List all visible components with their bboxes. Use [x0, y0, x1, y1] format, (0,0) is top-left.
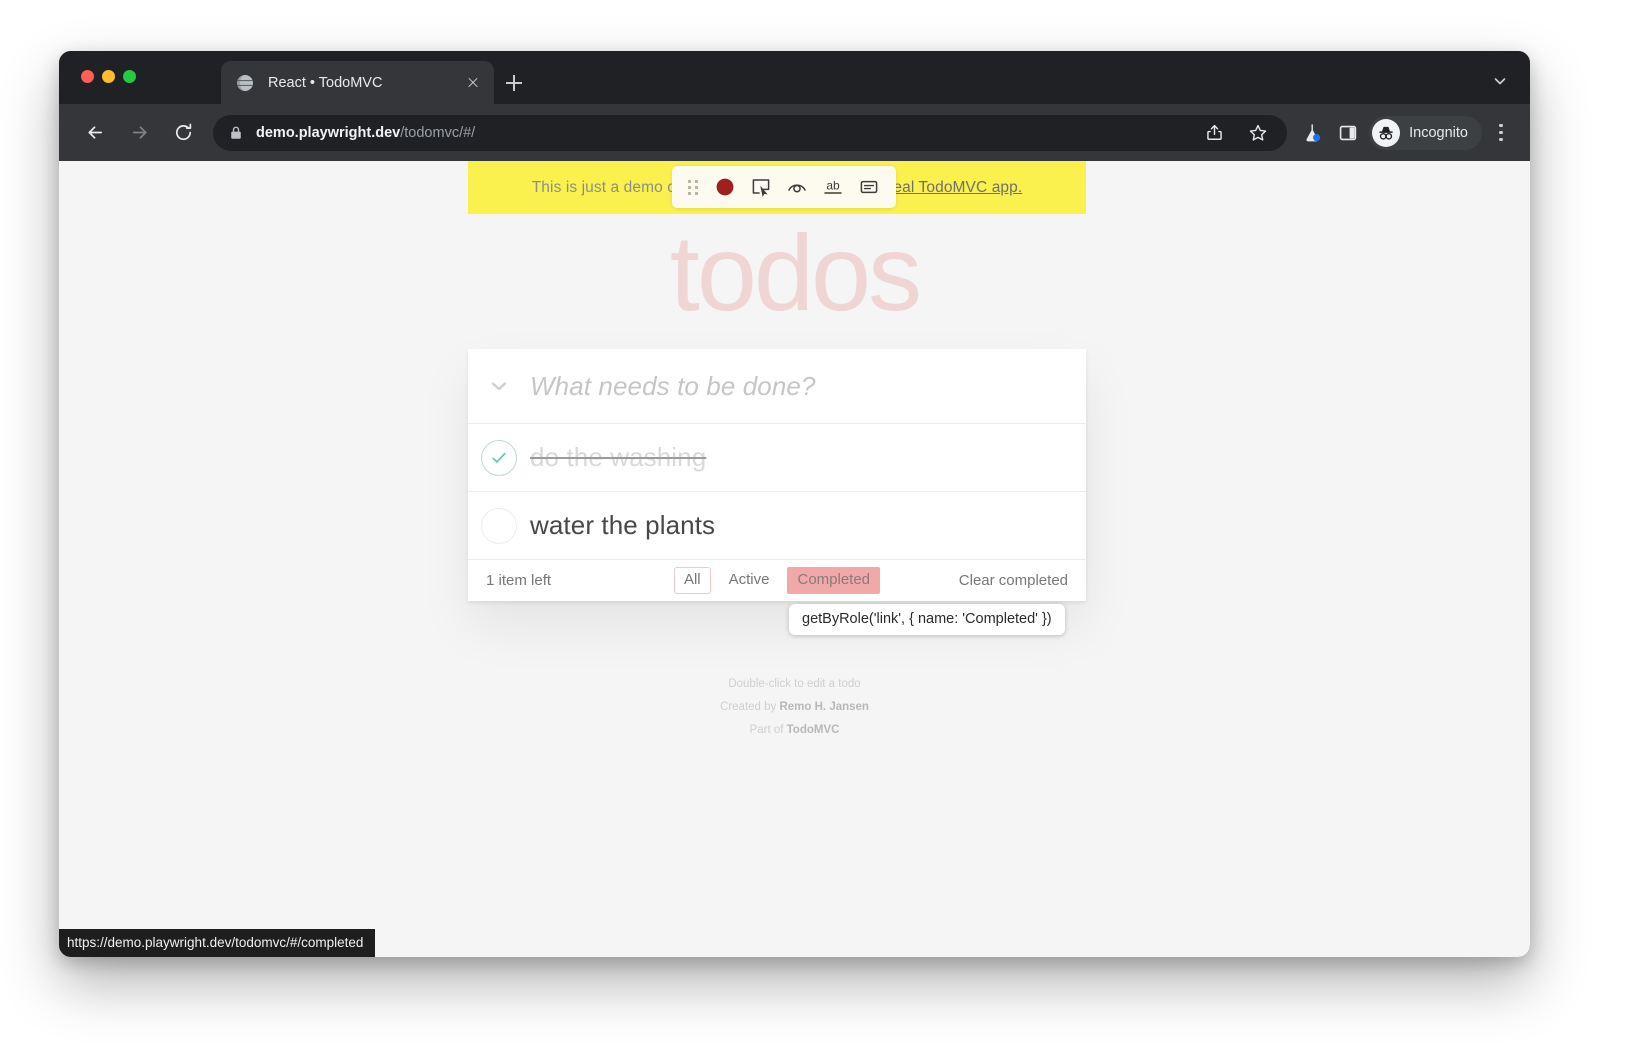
- empty-circle-icon: [481, 507, 517, 544]
- react-globe-icon: [236, 74, 254, 92]
- forward-arrow-icon: [121, 115, 157, 151]
- minimize-window-button[interactable]: [102, 70, 115, 83]
- filter-all-link[interactable]: All: [673, 567, 711, 594]
- chevron-down-icon[interactable]: [1492, 73, 1508, 89]
- new-todo-row: [468, 349, 1086, 424]
- assert-value-button[interactable]: [851, 170, 887, 204]
- tab-strip: React • TodoMVC: [59, 51, 1530, 104]
- locator-tooltip: getByRole('link', { name: 'Completed' }): [789, 604, 1065, 635]
- side-panel-icon[interactable]: [1333, 118, 1363, 148]
- close-icon[interactable]: [462, 72, 484, 94]
- url-path: /todomvc/#/: [400, 124, 476, 141]
- url-domain: demo.playwright.dev: [256, 124, 401, 141]
- app-info-created-prefix: Created by: [720, 701, 780, 713]
- app-info-line-3: Part of TodoMVC: [59, 719, 1530, 742]
- browser-tab-title: React • TodoMVC: [268, 74, 383, 91]
- app-info-footer: Double-click to edit a todo Created by R…: [59, 673, 1530, 742]
- browser-window: React • TodoMVC demo.playwright.dev/todo…: [59, 51, 1530, 957]
- todo-filters: All Active Completed: [468, 567, 1086, 594]
- app-info-part-prefix: Part of: [749, 724, 787, 736]
- address-bar-url: demo.playwright.dev/todomvc/#/: [256, 125, 475, 141]
- todo-list-item: do the washing: [468, 424, 1086, 492]
- todo-list-item: water the plants: [468, 492, 1086, 560]
- star-icon[interactable]: [1243, 118, 1273, 148]
- status-bar-url: https://demo.playwright.dev/todomvc/#/co…: [59, 929, 376, 957]
- pick-locator-button[interactable]: [743, 170, 779, 204]
- browser-toolbar: demo.playwright.dev/todomvc/#/ Incognito: [59, 104, 1530, 161]
- playwright-recorder-toolbar: ab: [672, 166, 896, 208]
- app-info-line-1: Double-click to edit a todo: [728, 678, 861, 690]
- incognito-hat-icon: [1372, 118, 1401, 147]
- assert-text-button[interactable]: ab: [815, 170, 851, 204]
- share-icon[interactable]: [1199, 118, 1229, 148]
- back-arrow-icon[interactable]: [77, 115, 113, 151]
- window-traffic-lights: [81, 70, 136, 83]
- drag-handle-dots-icon[interactable]: [681, 172, 705, 202]
- page-title: todos: [669, 212, 922, 333]
- todo-footer: 1 item left All Active Completed Clear c…: [468, 560, 1086, 601]
- todo-app-card: do the washing water the plants 1 item l…: [468, 349, 1086, 608]
- svg-text:ab: ab: [826, 179, 840, 193]
- todo-toggle-checkbox[interactable]: [468, 492, 530, 560]
- todo-item-label[interactable]: do the washing: [530, 442, 706, 473]
- new-todo-input[interactable]: [530, 370, 1086, 402]
- maximize-window-button[interactable]: [123, 70, 136, 83]
- real-todomvc-link[interactable]: real TodoMVC app.: [888, 179, 1022, 196]
- close-window-button[interactable]: [81, 70, 94, 83]
- profile-label: Incognito: [1409, 124, 1468, 141]
- reload-icon[interactable]: [165, 115, 201, 151]
- record-button[interactable]: [707, 170, 743, 204]
- app-info-line-2: Created by Remo H. Jansen: [59, 696, 1530, 719]
- kebab-menu-icon[interactable]: [1486, 116, 1516, 150]
- todo-item-label[interactable]: water the plants: [530, 510, 715, 541]
- desktop-background: React • TodoMVC demo.playwright.dev/todo…: [0, 0, 1648, 1050]
- lock-icon: [229, 125, 243, 141]
- app-info-author: Remo H. Jansen: [779, 701, 869, 713]
- app-info-project: TodoMVC: [786, 724, 840, 736]
- filter-active-link[interactable]: Active: [719, 567, 780, 594]
- assert-visibility-button[interactable]: [779, 170, 815, 204]
- playwright-flask-icon[interactable]: [1297, 118, 1327, 148]
- profile-incognito-button[interactable]: Incognito: [1369, 115, 1482, 150]
- new-tab-button[interactable]: [502, 71, 526, 95]
- page-viewport: This is just a demo of TodoMVC for testi…: [59, 161, 1530, 957]
- check-circle-icon: [481, 439, 517, 476]
- browser-tab[interactable]: React • TodoMVC: [221, 61, 494, 104]
- todo-toggle-checkbox[interactable]: [468, 424, 530, 492]
- filter-completed-link[interactable]: Completed: [787, 567, 881, 594]
- address-bar-actions: [1199, 118, 1273, 148]
- address-bar[interactable]: demo.playwright.dev/todomvc/#/: [213, 114, 1288, 151]
- chevron-down-icon[interactable]: [468, 349, 530, 424]
